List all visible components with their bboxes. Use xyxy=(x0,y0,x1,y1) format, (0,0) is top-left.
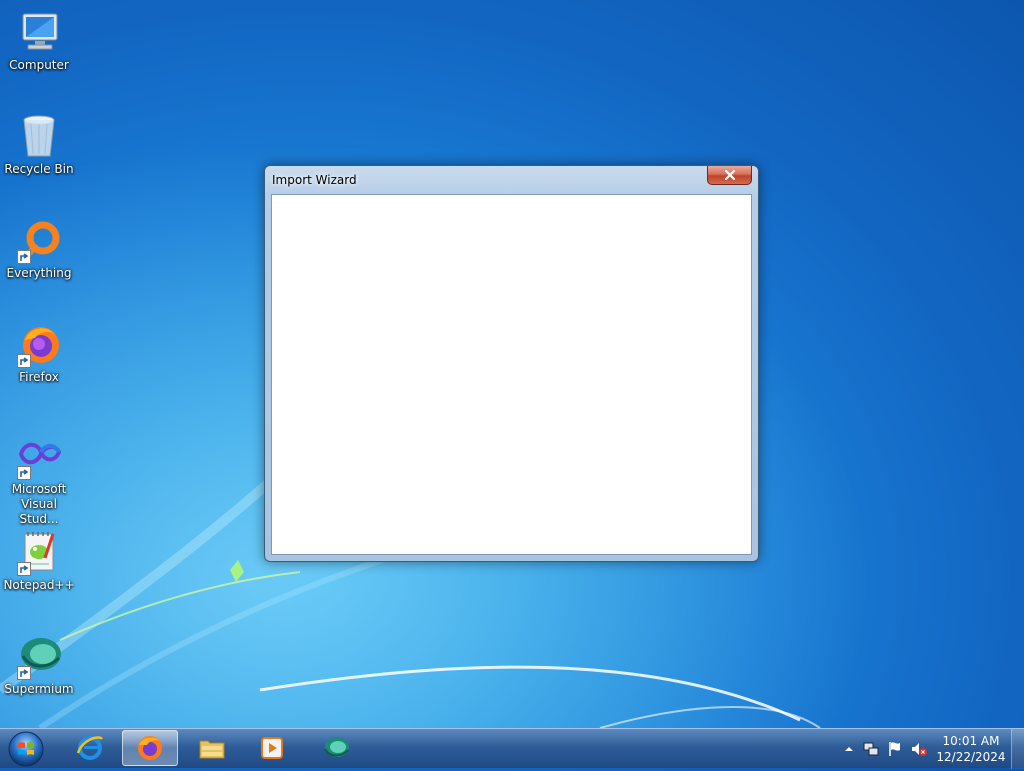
internet-explorer-icon xyxy=(76,736,103,760)
firefox-icon xyxy=(15,320,63,368)
visual-studio-icon xyxy=(15,432,63,480)
action-center-button[interactable] xyxy=(886,740,904,758)
taskbar-supermium[interactable] xyxy=(308,730,364,766)
network-icon xyxy=(863,742,879,756)
taskbar: 10:01 AM 12/22/2024 xyxy=(0,728,1024,769)
volume-muted-icon xyxy=(912,743,927,756)
computer-icon xyxy=(15,8,63,56)
folder-icon xyxy=(199,740,225,759)
desktop-icon-label: Computer xyxy=(9,58,69,72)
clock-date: 12/22/2024 xyxy=(936,750,1006,764)
shortcut-arrow-icon xyxy=(17,466,31,480)
media-player-icon xyxy=(261,737,283,759)
supermium-icon xyxy=(324,737,349,757)
close-button[interactable] xyxy=(707,166,752,185)
show-hidden-icons-button[interactable] xyxy=(840,740,858,758)
taskbar-firefox[interactable] xyxy=(122,730,178,766)
shortcut-arrow-icon xyxy=(17,354,31,368)
window-titlebar[interactable]: Import Wizard xyxy=(265,166,758,194)
desktop-icon-label: Notepad++ xyxy=(3,578,75,592)
import-wizard-window[interactable]: Import Wizard xyxy=(264,165,759,562)
desktop-icon-notepad-plus-plus[interactable]: Notepad++ xyxy=(2,524,76,620)
taskbar-internet-explorer[interactable] xyxy=(62,730,118,766)
action-center-flag-icon xyxy=(889,742,900,756)
taskbar-media-player[interactable] xyxy=(244,730,300,766)
network-button[interactable] xyxy=(862,740,880,758)
desktop-icon-label: Microsoft Visual Stud... xyxy=(11,482,67,526)
shortcut-arrow-icon xyxy=(17,666,31,680)
windows-start-icon xyxy=(8,731,44,767)
show-hidden-icons-arrow-icon xyxy=(845,747,853,751)
desktop-icon-label: Everything xyxy=(6,266,72,280)
system-tray: 10:01 AM 12/22/2024 xyxy=(834,729,1024,769)
window-client-area[interactable] xyxy=(271,194,752,555)
desktop-icon-label: Firefox xyxy=(19,370,59,384)
show-desktop-button[interactable] xyxy=(1011,729,1024,769)
desktop-icon-firefox[interactable]: Firefox xyxy=(2,316,76,412)
desktop-icon-visual-studio[interactable]: Microsoft Visual Stud... xyxy=(2,428,76,526)
desktop-icon-everything[interactable]: Everything xyxy=(2,212,76,308)
window-title: Import Wizard xyxy=(272,173,357,187)
desktop-icon-supermium[interactable]: Supermium xyxy=(2,628,76,724)
volume-button[interactable] xyxy=(910,740,928,758)
shortcut-arrow-icon xyxy=(17,250,31,264)
desktop-icon-label: Supermium xyxy=(4,682,74,696)
start-button[interactable] xyxy=(6,730,46,768)
recycle-bin-icon xyxy=(15,112,63,160)
close-icon xyxy=(724,170,735,180)
taskbar-file-explorer[interactable] xyxy=(184,730,240,766)
desktop: Computer Recycle Bin Everything Firefox … xyxy=(0,0,1024,728)
clock[interactable]: 10:01 AM 12/22/2024 xyxy=(936,733,1006,765)
shortcut-arrow-icon xyxy=(17,562,31,576)
notepad-plus-plus-icon xyxy=(15,528,63,576)
clock-time: 10:01 AM xyxy=(942,734,1000,748)
desktop-icon-computer[interactable]: Computer xyxy=(2,4,76,100)
firefox-icon xyxy=(138,736,162,760)
supermium-icon xyxy=(15,632,63,680)
desktop-icon-label: Recycle Bin xyxy=(4,162,74,176)
everything-icon xyxy=(15,216,63,264)
desktop-icon-recycle-bin[interactable]: Recycle Bin xyxy=(2,108,76,204)
